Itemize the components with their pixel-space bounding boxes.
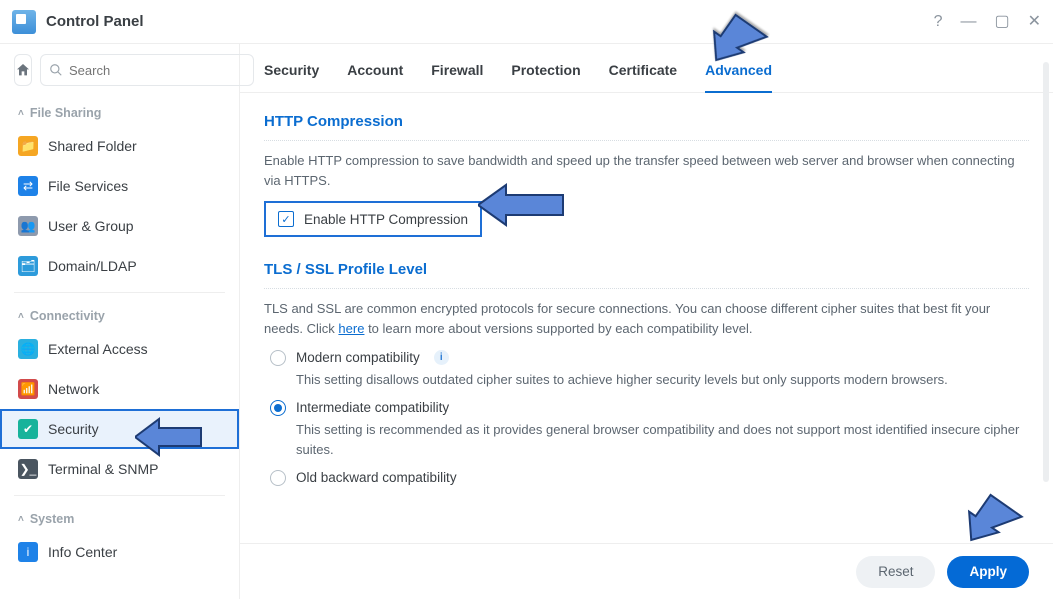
tls-desc-b: to learn more about versions supported b… bbox=[364, 321, 752, 336]
app-icon bbox=[12, 10, 36, 34]
group-file-sharing[interactable]: ˄ File Sharing bbox=[0, 96, 239, 126]
sidebar-item-user-group[interactable]: 👥 User & Group bbox=[0, 206, 239, 246]
tls-here-link[interactable]: here bbox=[338, 321, 364, 336]
sidebar-item-label: File Services bbox=[48, 178, 128, 194]
network-icon: 📶 bbox=[18, 379, 38, 399]
globe-icon: 🌐 bbox=[18, 339, 38, 359]
tls-intermediate-desc: This setting is recommended as it provid… bbox=[296, 420, 1029, 460]
tls-option-modern[interactable]: Modern compatibility i bbox=[270, 350, 1029, 366]
section-tls-title: TLS / SSL Profile Level bbox=[264, 255, 1029, 289]
maximize-icon[interactable]: ▢ bbox=[994, 14, 1009, 30]
home-button[interactable] bbox=[14, 54, 32, 86]
search-input[interactable] bbox=[69, 63, 245, 78]
sidebar-item-external-access[interactable]: 🌐 External Access bbox=[0, 329, 239, 369]
search-field[interactable] bbox=[40, 54, 254, 86]
scrollbar[interactable] bbox=[1043, 62, 1049, 482]
sidebar-item-label: Security bbox=[48, 421, 99, 437]
radio-modern-label: Modern compatibility bbox=[296, 350, 420, 365]
radio-modern[interactable] bbox=[270, 350, 286, 366]
titlebar: Control Panel ? — ▢ ✕ bbox=[0, 0, 1053, 44]
main-panel: Security Account Firewall Protection Cer… bbox=[240, 44, 1053, 599]
apply-button[interactable]: Apply bbox=[947, 556, 1029, 588]
sidebar-item-security[interactable]: ✔ Security bbox=[0, 409, 239, 449]
home-icon bbox=[15, 62, 31, 78]
tabbar: Security Account Firewall Protection Cer… bbox=[240, 44, 1053, 93]
chevron-up-icon: ˄ bbox=[18, 311, 24, 322]
user-group-icon: 👥 bbox=[18, 216, 38, 236]
info-icon[interactable]: i bbox=[434, 350, 449, 365]
domain-ldap-icon: 🗂 bbox=[18, 256, 38, 276]
tab-account[interactable]: Account bbox=[347, 62, 403, 92]
shield-icon: ✔ bbox=[18, 419, 38, 439]
enable-http-compression-row[interactable]: ✓ Enable HTTP Compression bbox=[264, 201, 482, 237]
close-icon[interactable]: ✕ bbox=[1028, 14, 1041, 30]
sidebar-item-shared-folder[interactable]: 📁 Shared Folder bbox=[0, 126, 239, 166]
sidebar-item-info-center[interactable]: i Info Center bbox=[0, 532, 239, 572]
tls-option-intermediate[interactable]: Intermediate compatibility bbox=[270, 400, 1029, 416]
group-system[interactable]: ˄ System bbox=[0, 502, 239, 532]
content-scroll[interactable]: HTTP Compression Enable HTTP compression… bbox=[240, 93, 1053, 599]
footer-bar: Reset Apply bbox=[240, 543, 1053, 599]
section-http-compression-title: HTTP Compression bbox=[264, 107, 1029, 141]
radio-old-label: Old backward compatibility bbox=[296, 470, 457, 485]
tab-protection[interactable]: Protection bbox=[511, 62, 580, 92]
radio-old[interactable] bbox=[270, 470, 286, 486]
group-label: Connectivity bbox=[30, 309, 105, 323]
http-compression-desc: Enable HTTP compression to save bandwidt… bbox=[264, 151, 1029, 191]
chevron-up-icon: ˄ bbox=[18, 514, 24, 525]
sidebar-item-terminal-snmp[interactable]: ❯_ Terminal & SNMP bbox=[0, 449, 239, 489]
tls-desc: TLS and SSL are common encrypted protoco… bbox=[264, 299, 1029, 339]
sidebar-item-label: Terminal & SNMP bbox=[48, 461, 158, 477]
tls-option-old[interactable]: Old backward compatibility bbox=[270, 470, 1029, 486]
radio-intermediate[interactable] bbox=[270, 400, 286, 416]
sidebar-item-label: User & Group bbox=[48, 218, 134, 234]
tab-firewall[interactable]: Firewall bbox=[431, 62, 483, 92]
group-label: File Sharing bbox=[30, 106, 102, 120]
help-icon[interactable]: ? bbox=[934, 14, 943, 30]
window-controls: ? — ▢ ✕ bbox=[934, 14, 1041, 30]
sidebar-item-label: Network bbox=[48, 381, 99, 397]
sidebar-item-label: Shared Folder bbox=[48, 138, 137, 154]
tab-certificate[interactable]: Certificate bbox=[609, 62, 677, 92]
radio-intermediate-label: Intermediate compatibility bbox=[296, 400, 449, 415]
enable-http-compression-label: Enable HTTP Compression bbox=[304, 212, 468, 227]
file-services-icon: ⇄ bbox=[18, 176, 38, 196]
tab-advanced[interactable]: Advanced bbox=[705, 62, 772, 92]
enable-http-compression-checkbox[interactable]: ✓ bbox=[278, 211, 294, 227]
search-icon bbox=[49, 63, 63, 77]
terminal-icon: ❯_ bbox=[18, 459, 38, 479]
sidebar-item-domain-ldap[interactable]: 🗂 Domain/LDAP bbox=[0, 246, 239, 286]
sidebar: ˄ File Sharing 📁 Shared Folder ⇄ File Se… bbox=[0, 44, 240, 599]
sidebar-item-label: Domain/LDAP bbox=[48, 258, 137, 274]
sidebar-item-network[interactable]: 📶 Network bbox=[0, 369, 239, 409]
sidebar-item-label: Info Center bbox=[48, 544, 117, 560]
folder-icon: 📁 bbox=[18, 136, 38, 156]
reset-button[interactable]: Reset bbox=[856, 556, 935, 588]
tls-modern-desc: This setting disallows outdated cipher s… bbox=[296, 370, 1029, 390]
sidebar-item-label: External Access bbox=[48, 341, 148, 357]
minimize-icon[interactable]: — bbox=[960, 14, 976, 30]
info-icon: i bbox=[18, 542, 38, 562]
sidebar-item-file-services[interactable]: ⇄ File Services bbox=[0, 166, 239, 206]
window-title: Control Panel bbox=[46, 13, 144, 30]
chevron-up-icon: ˄ bbox=[18, 108, 24, 119]
group-label: System bbox=[30, 512, 74, 526]
tab-security[interactable]: Security bbox=[264, 62, 319, 92]
group-connectivity[interactable]: ˄ Connectivity bbox=[0, 299, 239, 329]
